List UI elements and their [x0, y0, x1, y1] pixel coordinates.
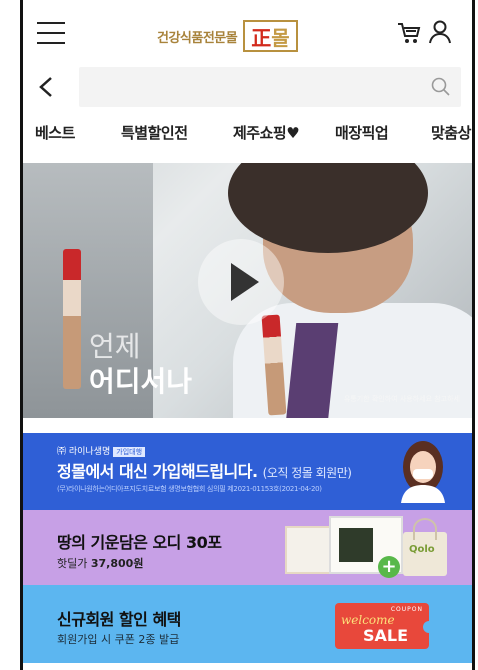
video-caption: 유통기한 확인하여 사용하세요 참고하세 [343, 395, 460, 403]
product-stick-image [63, 249, 81, 389]
product-box-image [285, 526, 335, 574]
category-nav: 베스트 특별할인전 제주쇼핑♥ 매장픽업 맞춤상 [23, 112, 472, 150]
search-bar [79, 67, 461, 107]
top-header: 건강식품전문몰 正몰 [23, 0, 472, 62]
mobile-frame: 건강식품전문몰 正몰 베스트 특별할인전 제주쇼핑♥ 매장픽업 맞춤상 언제 어… [20, 0, 475, 670]
cart-icon[interactable] [397, 22, 421, 44]
video-text-line1: 언제 [89, 330, 141, 363]
tote-bag-image: Qolo [403, 518, 447, 576]
nav-item-jeju-shopping[interactable]: 제주쇼핑♥ [233, 112, 300, 143]
banner-title: 신규회원 할인 혜택 [57, 610, 181, 629]
banner-title: 정몰에서 대신 가입해드립니다. (오직 정몰 회원만) [57, 462, 352, 481]
search-input[interactable] [79, 67, 409, 107]
play-icon[interactable] [198, 239, 284, 325]
banner-brand: ㈜ 라이나생명 가입대행 [57, 444, 146, 457]
logo-mark: 正몰 [243, 20, 298, 52]
search-icon[interactable] [431, 77, 451, 97]
nav-item-special-sale[interactable]: 특별할인전 [121, 112, 188, 143]
product-promo-banner[interactable]: 땅의 기운담은 오디 30포 핫딜가 37,800원 + Qolo [23, 510, 472, 585]
nav-item-best[interactable]: 베스트 [35, 112, 75, 143]
banner-disclaimer: (무)라이나원하는어디아프지도치료보험 생명보험협회 심의필 제2021-011… [57, 485, 322, 493]
back-icon[interactable] [37, 76, 55, 98]
nav-item-custom[interactable]: 맞춤상 [431, 112, 471, 143]
banner-price: 핫딜가 37,800원 [57, 557, 144, 570]
new-member-coupon-banner[interactable]: 신규회원 할인 혜택 회원가입 시 쿠폰 2종 발급 COUPON welcom… [23, 585, 472, 663]
banner-title: 땅의 기운담은 오디 30포 [57, 533, 222, 552]
plus-icon: + [378, 556, 400, 578]
site-logo[interactable]: 건강식품전문몰 正몰 [157, 20, 298, 52]
promo-video[interactable]: 언제 어디서나 유통기한 확인하여 사용하세요 참고하세 [23, 163, 472, 418]
video-text-line2: 어디서나 [89, 365, 193, 398]
coupon-ticket-image: COUPON welcome SALE [335, 603, 435, 649]
menu-icon[interactable] [37, 22, 65, 44]
woman-illustration-icon [401, 441, 445, 503]
join-insurance-banner[interactable]: ㈜ 라이나생명 가입대행 정몰에서 대신 가입해드립니다. (오직 정몰 회원만)… [23, 433, 472, 510]
banner-subtitle: 회원가입 시 쿠폰 2종 발급 [57, 633, 180, 646]
logo-subtitle: 건강식품전문몰 [157, 30, 238, 46]
nav-item-store-pickup[interactable]: 매장픽업 [335, 112, 389, 143]
user-icon[interactable] [429, 20, 451, 44]
